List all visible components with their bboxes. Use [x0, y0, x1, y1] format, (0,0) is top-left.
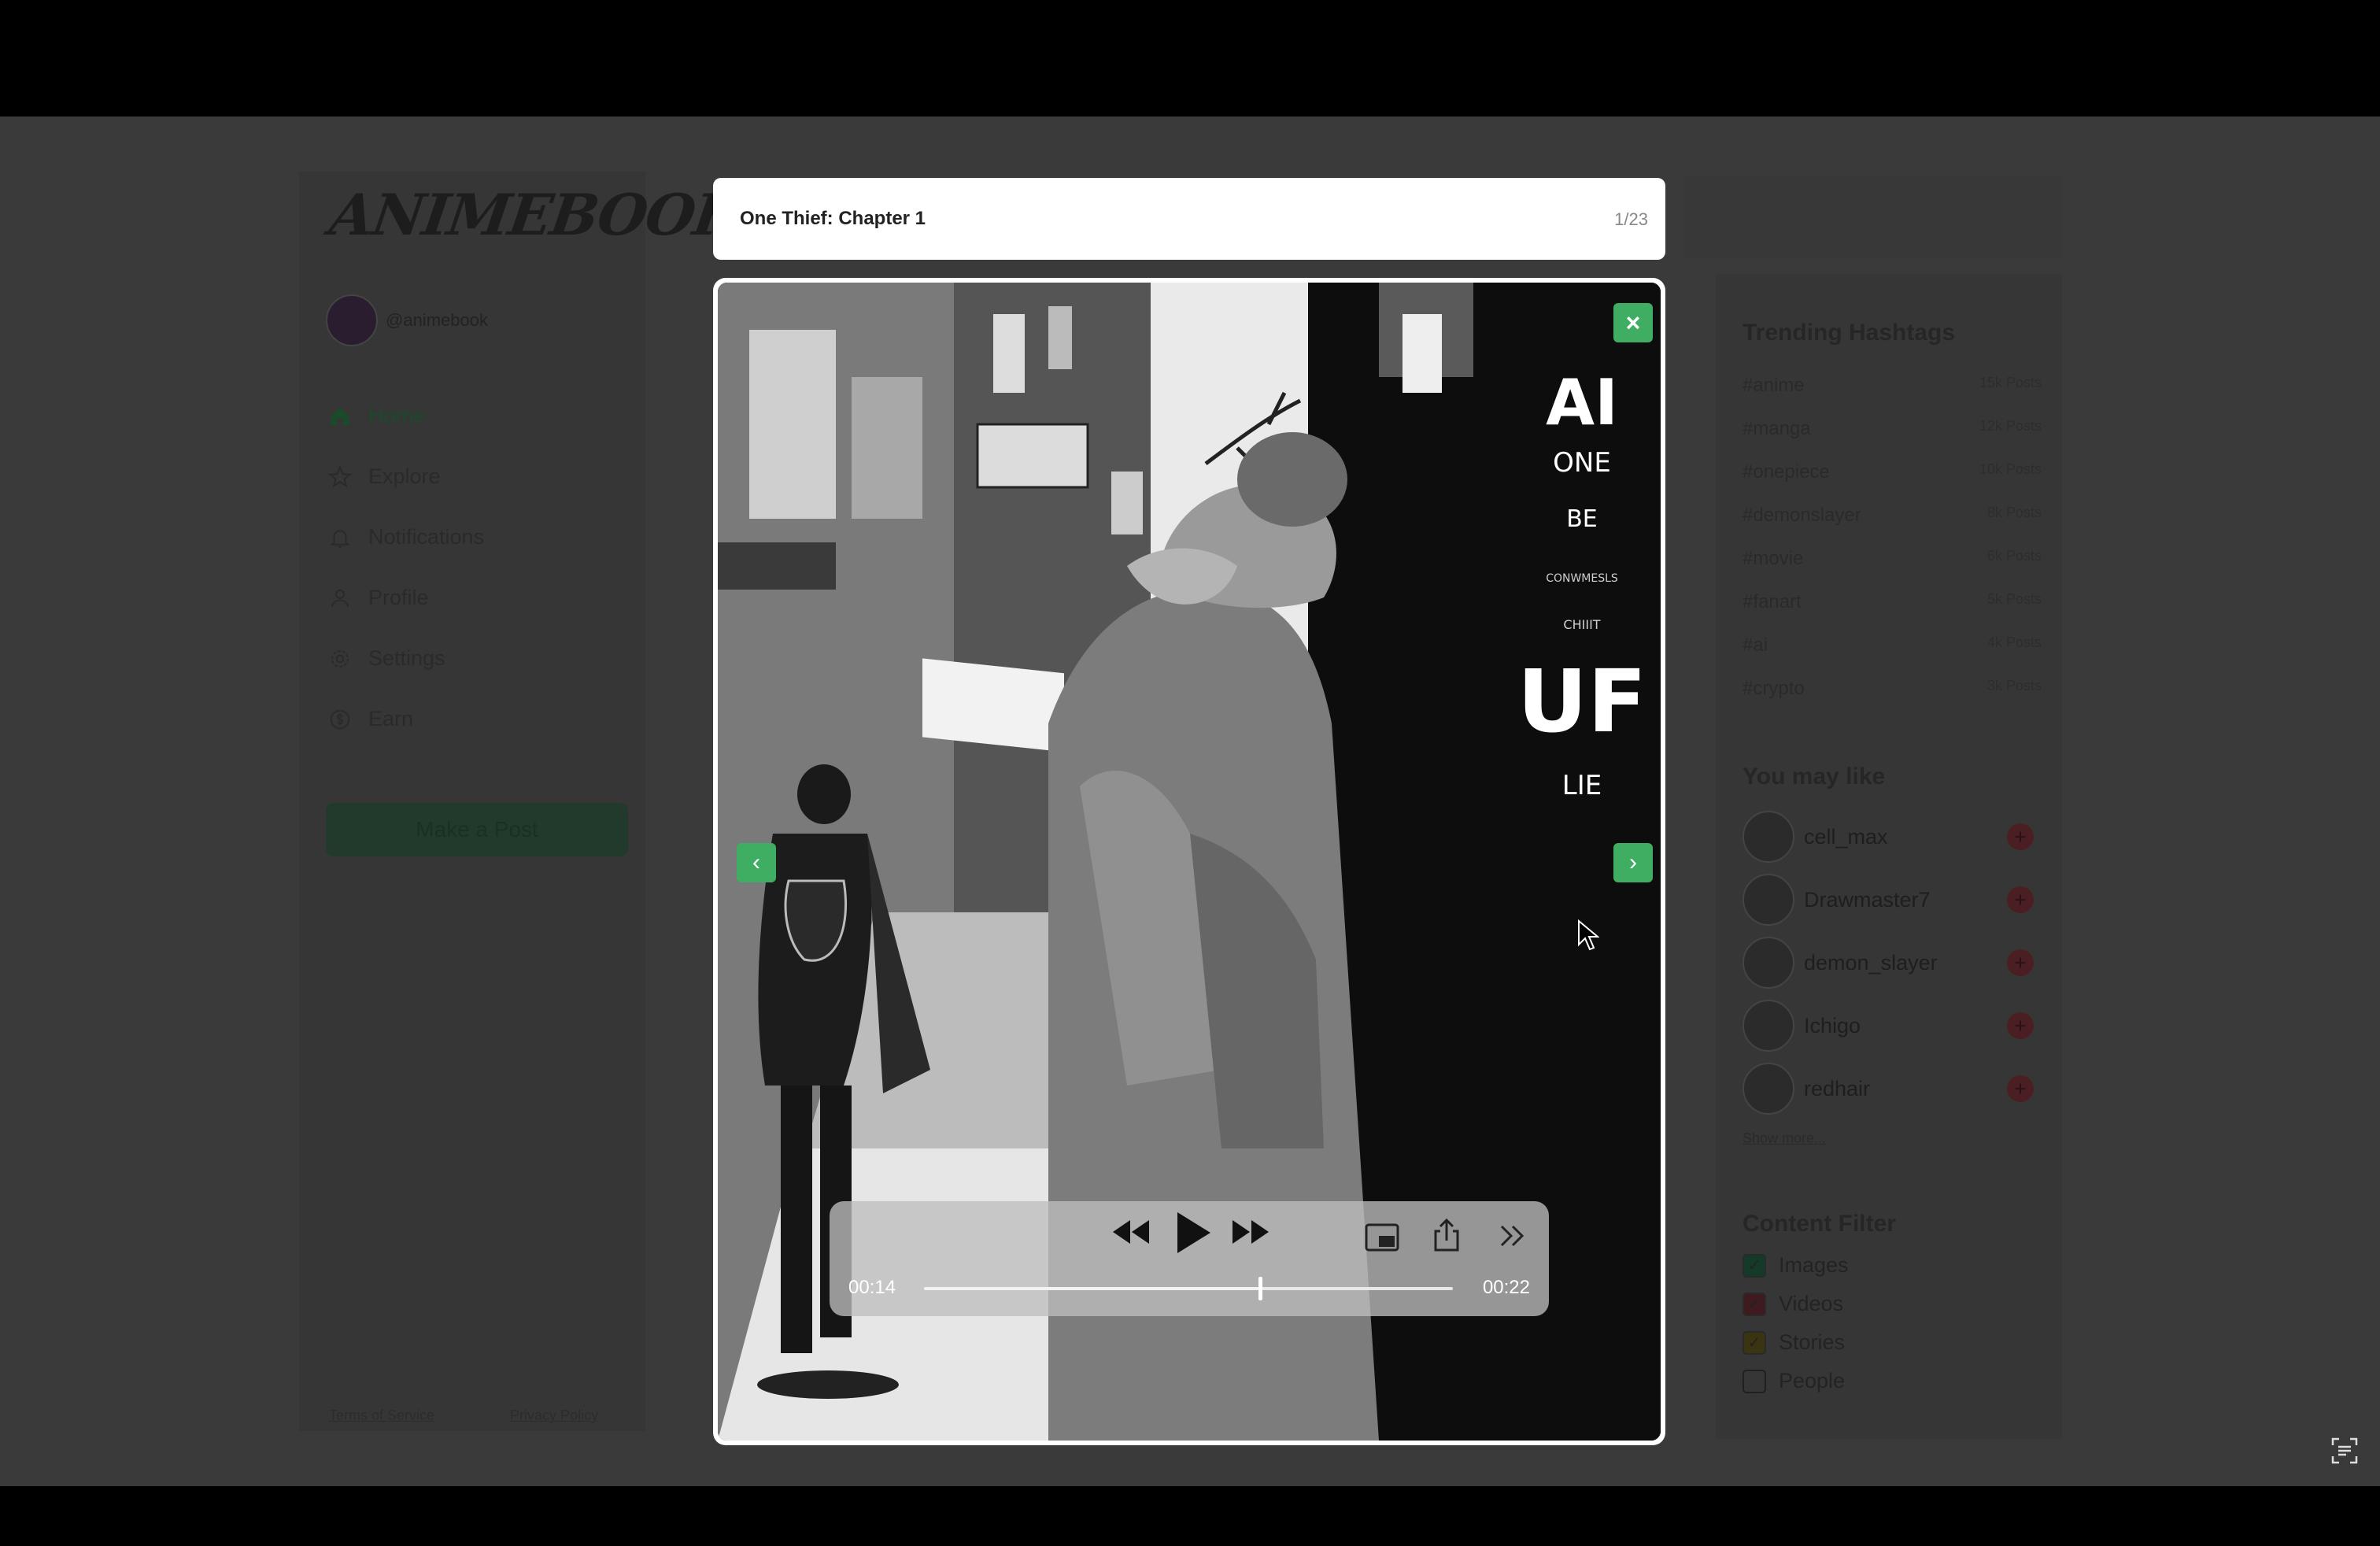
sidebar-item-label: Home [368, 404, 426, 427]
avatar[interactable] [326, 294, 378, 346]
progress-fill [924, 1287, 1261, 1290]
privacy-link[interactable]: Privacy Policy [510, 1407, 598, 1424]
user-icon [326, 584, 354, 612]
sidebar-item-settings[interactable]: Settings [326, 628, 484, 689]
hashtag-item[interactable]: #fanart 5k Posts [1743, 591, 2042, 613]
svg-text:ONE: ONE [1553, 447, 1611, 479]
svg-text:UF: UF [1517, 651, 1646, 752]
hashtag-item[interactable]: #crypto 3k Posts [1743, 678, 2042, 700]
picture-in-picture-icon[interactable] [1365, 1223, 1401, 1257]
avatar[interactable] [1743, 1000, 1794, 1052]
follow-button[interactable]: + [2007, 823, 2034, 850]
filter-videos[interactable]: ✓ Videos [1743, 1292, 1843, 1316]
checkbox[interactable]: ✓ [1743, 1292, 1766, 1316]
media-controls: 00:14 00:22 [830, 1201, 1549, 1316]
svg-text:CHIIIT: CHIIIT [1563, 617, 1600, 632]
live-text-icon[interactable] [2331, 1437, 2358, 1468]
home-icon [326, 402, 354, 431]
mouse-cursor [1577, 919, 1600, 955]
app-logo[interactable]: ANIMEBOOK [326, 181, 746, 248]
sidebar-item-notifications[interactable]: Notifications [326, 507, 484, 568]
hashtag-item[interactable]: #movie 6k Posts [1743, 548, 2042, 570]
prev-page-button[interactable]: ‹ [737, 843, 776, 882]
user-card[interactable]: @animebook [326, 294, 488, 346]
show-more-link[interactable]: Show more... [1743, 1130, 1826, 1147]
coin-icon [326, 705, 354, 734]
footer-links: Terms of Service Privacy Policy [329, 1407, 598, 1424]
rewind-icon[interactable] [1110, 1219, 1151, 1249]
suggested-user[interactable]: Drawmaster7 + [1743, 874, 2034, 926]
suggested-user[interactable]: cell_max + [1743, 811, 2034, 863]
sidebar-nav: Home Explore Notifications Profile Setti… [326, 386, 484, 749]
svg-text:BE: BE [1566, 505, 1598, 533]
suggested-user[interactable]: demon_slayer + [1743, 937, 2034, 989]
progress-slider[interactable] [924, 1277, 1453, 1300]
next-page-button[interactable]: › [1613, 843, 1653, 882]
follow-button[interactable]: + [2007, 886, 2034, 913]
duration-time: 00:22 [1482, 1277, 1530, 1298]
sidebar-item-label: Profile [368, 586, 429, 609]
checkbox[interactable]: ✓ [1743, 1253, 1766, 1278]
sidebar-item-home[interactable]: Home [326, 386, 484, 446]
left-sidebar [299, 172, 645, 1431]
avatar[interactable] [1743, 937, 1794, 989]
avatar[interactable] [1743, 874, 1794, 926]
elapsed-time: 00:14 [848, 1277, 896, 1298]
follow-button[interactable]: + [2007, 949, 2034, 976]
filter-stories[interactable]: ✓ Stories [1743, 1330, 1845, 1355]
sidebar-item-label: Explore [368, 464, 441, 488]
checkbox[interactable] [1743, 1369, 1766, 1393]
share-icon[interactable] [1432, 1218, 1461, 1257]
sidebar-item-earn[interactable]: Earn [326, 689, 484, 749]
make-post-button[interactable]: Make a Post [326, 803, 628, 856]
hashtag-item[interactable]: #ai 4k Posts [1743, 634, 2042, 656]
bell-icon [326, 523, 354, 552]
chevrons-right-icon[interactable] [1499, 1223, 1527, 1252]
follow-button[interactable]: + [2007, 1075, 2034, 1102]
search-bar-area [1684, 176, 2062, 258]
filter-people[interactable]: People [1743, 1369, 1845, 1393]
fast-forward-icon[interactable] [1231, 1219, 1272, 1249]
filter-images[interactable]: ✓ Images [1743, 1253, 1849, 1278]
sidebar-item-label: Settings [368, 646, 445, 670]
trending-title: Trending Hashtags [1743, 320, 1956, 346]
suggested-user[interactable]: redhair + [1743, 1063, 2034, 1115]
avatar[interactable] [1743, 1063, 1794, 1115]
modal-title: One Thief: Chapter 1 [740, 208, 926, 229]
hashtag-item[interactable]: #onepiece 10k Posts [1743, 461, 2042, 483]
suggested-user[interactable]: Ichigo + [1743, 1000, 2034, 1052]
hashtag-item[interactable]: #anime 15k Posts [1743, 375, 2042, 397]
svg-text:AI: AI [1546, 366, 1618, 439]
star-icon [326, 463, 354, 491]
you-may-like-title: You may like [1743, 764, 1886, 790]
gear-icon [326, 645, 354, 673]
sidebar-item-profile[interactable]: Profile [326, 568, 484, 628]
hashtag-item[interactable]: #manga 12k Posts [1743, 418, 2042, 440]
terms-link[interactable]: Terms of Service [329, 1407, 434, 1424]
progress-thumb[interactable] [1258, 1277, 1263, 1300]
play-icon[interactable] [1173, 1211, 1214, 1259]
user-handle: @animebook [386, 310, 488, 330]
modal-header: One Thief: Chapter 1 1/23 [713, 178, 1665, 260]
close-button[interactable]: × [1613, 303, 1653, 342]
hashtag-item[interactable]: #demonslayer 8k Posts [1743, 505, 2042, 527]
avatar[interactable] [1743, 811, 1794, 863]
page-counter: 1/23 [1614, 209, 1648, 229]
follow-button[interactable]: + [2007, 1012, 2034, 1039]
sidebar-item-label: Earn [368, 707, 414, 730]
content-filter-title: Content Filter [1743, 1211, 1896, 1237]
sidebar-item-explore[interactable]: Explore [326, 446, 484, 507]
checkbox[interactable]: ✓ [1743, 1330, 1766, 1355]
sidebar-item-label: Notifications [368, 525, 485, 549]
svg-text:CONWMESLS: CONWMESLS [1546, 572, 1618, 585]
svg-text:LIE: LIE [1562, 770, 1602, 801]
